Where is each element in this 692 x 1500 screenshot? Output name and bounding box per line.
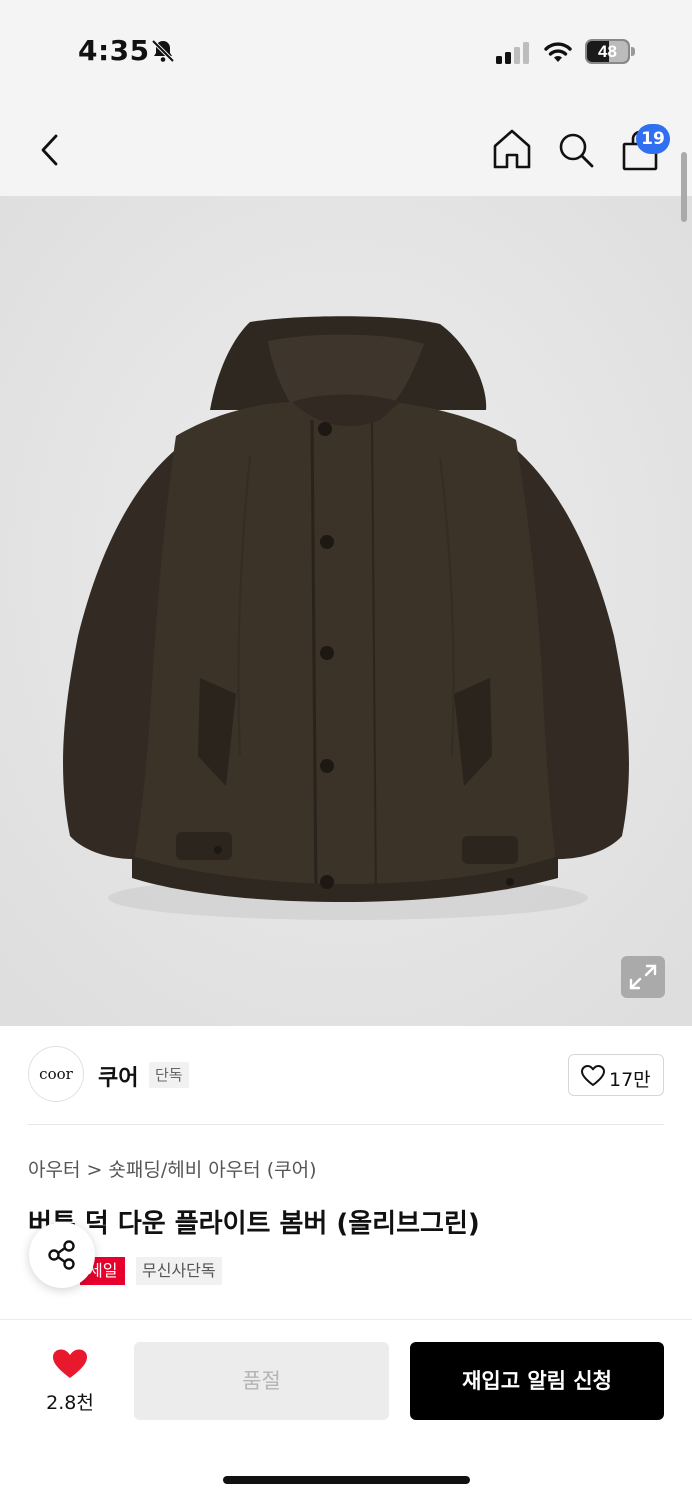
brand-like-button[interactable]: 17만 bbox=[568, 1054, 664, 1096]
back-chevron-icon[interactable] bbox=[32, 128, 68, 172]
brand-logo[interactable]: coor bbox=[28, 1046, 84, 1102]
breadcrumb: 아우터 > 숏패딩/헤비 아우터 (쿠어) bbox=[28, 1155, 316, 1182]
soldout-button: 품절 bbox=[134, 1342, 389, 1420]
divider bbox=[28, 1124, 664, 1125]
search-icon[interactable] bbox=[555, 128, 597, 172]
status-time: 4:35 bbox=[78, 34, 150, 67]
top-navigation bbox=[0, 100, 692, 196]
heart-filled-icon bbox=[53, 1349, 87, 1378]
brand-name[interactable]: 쿠어 bbox=[98, 1060, 138, 1092]
wishlist-count: 2.8천 bbox=[46, 1392, 94, 1414]
product-image[interactable] bbox=[0, 196, 692, 1026]
brand-row: coor 쿠어 단독 17만 bbox=[28, 1046, 664, 1106]
bell-slash-icon bbox=[151, 39, 175, 63]
bottom-action-bar: 2.8천 품절 재입고 알림 신청 bbox=[0, 1319, 692, 1500]
cart-count-badge: 19 bbox=[636, 124, 670, 154]
expand-arrows-icon[interactable] bbox=[621, 956, 665, 998]
share-button[interactable] bbox=[29, 1222, 95, 1288]
scrollbar[interactable] bbox=[681, 152, 687, 222]
status-bar: 4:35 48 bbox=[0, 0, 692, 100]
breadcrumb-category[interactable]: 아우터 bbox=[28, 1159, 80, 1181]
wishlist-button[interactable]: 2.8천 bbox=[30, 1348, 110, 1418]
wifi-icon bbox=[544, 42, 572, 62]
share-icon bbox=[48, 1240, 75, 1270]
restock-alert-button[interactable]: 재입고 알림 신청 bbox=[410, 1342, 664, 1420]
battery-level: 48 bbox=[598, 42, 617, 61]
chevron-right-icon: > bbox=[86, 1159, 103, 1181]
breadcrumb-subcategory[interactable]: 숏패딩/헤비 아우터 (쿠어) bbox=[108, 1159, 316, 1181]
product-title: 버튼 덕 다운 플라이트 봄버 (올리브그린) bbox=[28, 1209, 480, 1239]
brand-like-count: 17만 bbox=[609, 1069, 651, 1091]
brand-exclusive-tag: 단독 bbox=[149, 1062, 189, 1088]
home-indicator bbox=[223, 1476, 470, 1484]
home-icon[interactable] bbox=[490, 126, 534, 172]
heart-outline-icon bbox=[581, 1065, 605, 1086]
battery-icon: 48 bbox=[585, 39, 635, 64]
jacket-image bbox=[0, 196, 692, 1026]
musinsa-exclusive-tag: 무신사단독 bbox=[136, 1257, 222, 1285]
signal-icon bbox=[496, 42, 529, 64]
